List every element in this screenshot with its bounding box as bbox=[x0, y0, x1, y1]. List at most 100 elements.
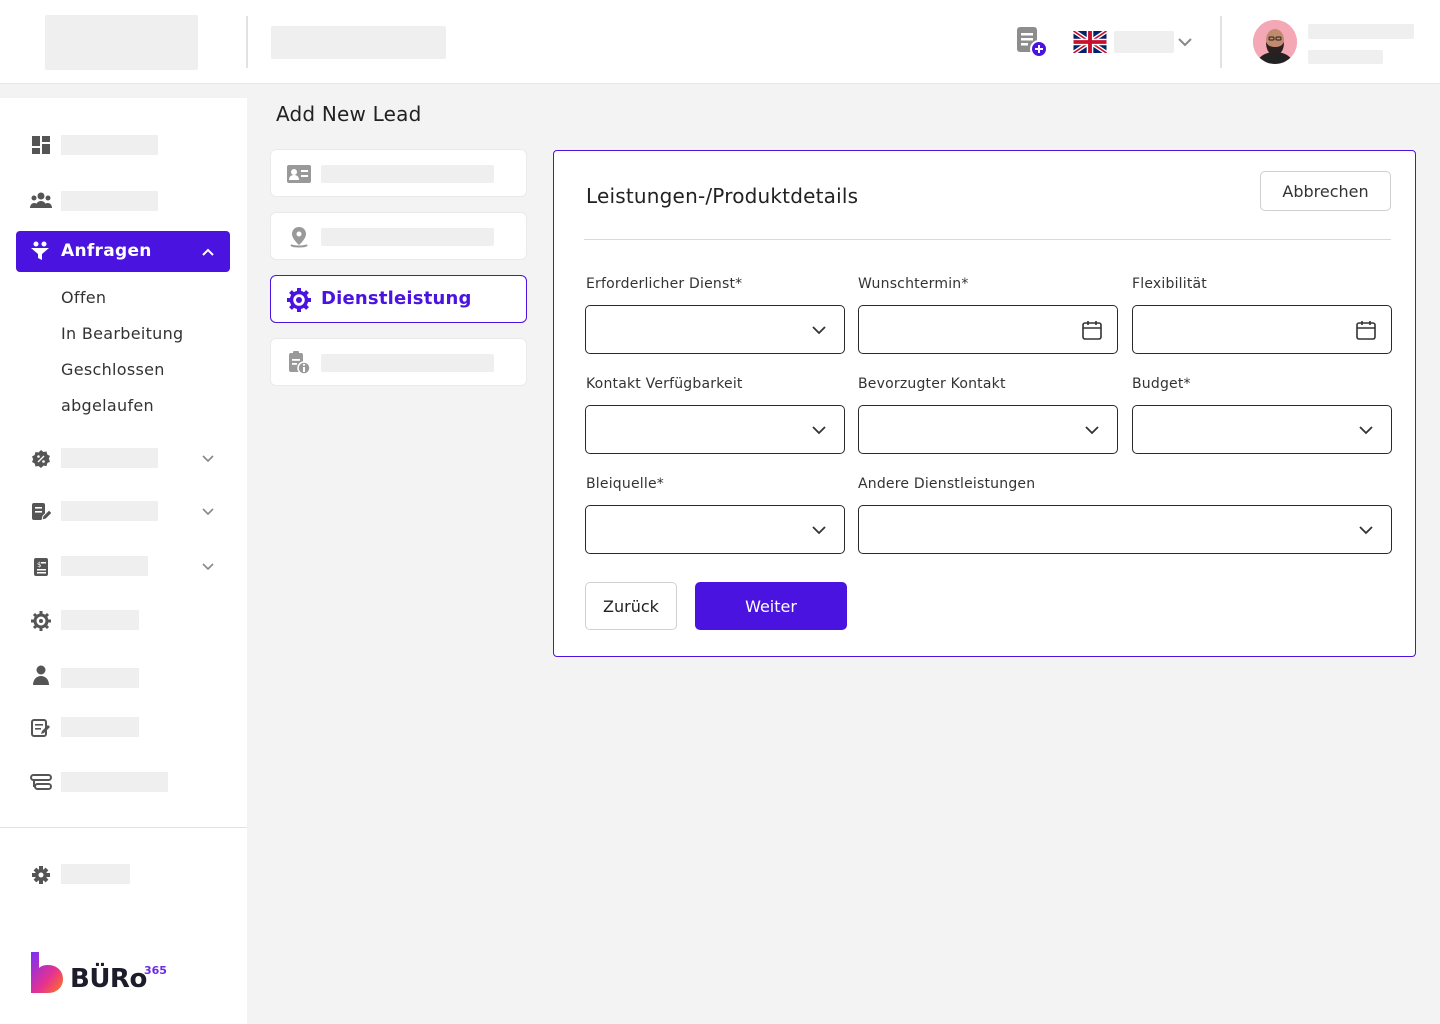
top-bar bbox=[0, 0, 1440, 84]
card-title: Leistungen-/Produktdetails bbox=[586, 184, 859, 208]
sidebar-label-placeholder bbox=[61, 772, 168, 792]
chevron-down-icon bbox=[808, 319, 830, 341]
user-name-placeholder bbox=[1308, 24, 1414, 39]
sidebar-item-anfragen[interactable]: Anfragen bbox=[16, 231, 230, 272]
search-placeholder[interactable] bbox=[271, 26, 446, 59]
other-services-select[interactable] bbox=[858, 505, 1392, 554]
topbar-divider bbox=[246, 16, 248, 68]
funnel-icon bbox=[30, 241, 50, 261]
budget-select[interactable] bbox=[1132, 405, 1392, 454]
sidebar-item-dashboard[interactable] bbox=[0, 125, 247, 165]
step-service[interactable]: Dienstleistung bbox=[270, 275, 527, 323]
edit-document-icon bbox=[30, 501, 52, 523]
sidebar-item-label: Anfragen bbox=[61, 241, 152, 261]
label-flexibility: Flexibilität bbox=[1132, 276, 1207, 292]
calendar-icon[interactable] bbox=[1355, 319, 1377, 341]
next-button[interactable]: Weiter bbox=[695, 582, 847, 630]
sidebar-item-offers[interactable] bbox=[0, 448, 247, 488]
cancel-button[interactable]: Abbrechen bbox=[1260, 171, 1391, 211]
sidebar-item-services[interactable] bbox=[0, 610, 247, 650]
contact-card-icon bbox=[287, 162, 311, 186]
preferred-date-field[interactable] bbox=[858, 305, 1118, 354]
contact-availability-select[interactable] bbox=[585, 405, 845, 454]
dashboard-icon bbox=[30, 134, 52, 156]
step-label-placeholder bbox=[321, 354, 494, 372]
label-preferred-date: Wunschtermin* bbox=[858, 276, 969, 292]
chevron-up-icon[interactable] bbox=[200, 244, 216, 260]
document-add-icon[interactable] bbox=[1014, 26, 1050, 60]
required-service-select[interactable] bbox=[585, 305, 845, 354]
chevron-down-icon[interactable] bbox=[200, 558, 216, 574]
language-placeholder[interactable] bbox=[1114, 31, 1174, 53]
lead-source-select[interactable] bbox=[585, 505, 845, 554]
sidebar-item-notes[interactable] bbox=[0, 717, 247, 757]
chevron-down-icon[interactable] bbox=[1176, 33, 1194, 51]
brand-name: BÜRo bbox=[70, 964, 147, 994]
sidebar-label-placeholder bbox=[61, 610, 139, 630]
label-contact-availability: Kontakt Verfügbarkeit bbox=[586, 376, 743, 392]
sidebar-label-placeholder bbox=[61, 448, 158, 468]
page-title: Add New Lead bbox=[276, 102, 422, 126]
sidebar: Anfragen Offen In Bearbeitung Geschlosse… bbox=[0, 98, 247, 1024]
sidebar-subitem-abgelaufen[interactable]: abgelaufen bbox=[61, 396, 154, 415]
label-budget: Budget* bbox=[1132, 376, 1191, 392]
integration-icon bbox=[30, 772, 52, 794]
sidebar-item-invoices[interactable]: $ bbox=[0, 556, 247, 596]
sidebar-item-settings[interactable] bbox=[0, 864, 247, 904]
label-lead-source: Bleiquelle* bbox=[586, 476, 664, 492]
chevron-down-icon[interactable] bbox=[200, 503, 216, 519]
avatar[interactable] bbox=[1253, 20, 1297, 64]
team-icon bbox=[30, 189, 52, 211]
percent-badge-icon bbox=[30, 448, 52, 470]
sidebar-item-users[interactable] bbox=[0, 665, 247, 708]
chevron-down-icon bbox=[808, 519, 830, 541]
sidebar-label-placeholder bbox=[61, 501, 158, 521]
card-divider bbox=[584, 239, 1391, 240]
sidebar-label-placeholder bbox=[61, 668, 139, 688]
sidebar-item-documents[interactable] bbox=[0, 501, 247, 541]
invoice-icon: $ bbox=[30, 556, 52, 578]
sidebar-label-placeholder bbox=[61, 191, 158, 211]
sidebar-label-placeholder bbox=[61, 864, 130, 884]
brand-suffix: 365 bbox=[144, 964, 167, 977]
sidebar-label-placeholder bbox=[61, 556, 148, 576]
chevron-down-icon bbox=[1355, 419, 1377, 441]
sidebar-item-team[interactable] bbox=[0, 180, 247, 220]
step-summary[interactable] bbox=[270, 338, 527, 386]
flexibility-field[interactable] bbox=[1132, 305, 1392, 354]
step-label: Dienstleistung bbox=[321, 288, 472, 309]
settings-icon bbox=[30, 864, 52, 886]
clipboard-info-icon bbox=[287, 351, 311, 375]
sidebar-divider bbox=[0, 827, 247, 828]
chevron-down-icon bbox=[808, 419, 830, 441]
step-address[interactable] bbox=[270, 212, 527, 260]
sidebar-item-integrations[interactable] bbox=[0, 772, 247, 812]
brand-logo: BÜRo 365 bbox=[30, 950, 170, 1000]
step-contact[interactable] bbox=[270, 149, 527, 197]
chevron-down-icon[interactable] bbox=[200, 450, 216, 466]
svg-text:$: $ bbox=[37, 561, 41, 569]
location-pin-icon bbox=[287, 225, 311, 249]
label-other-services: Andere Dienstleistungen bbox=[858, 476, 1036, 492]
sidebar-subitem-offen[interactable]: Offen bbox=[61, 288, 106, 307]
service-details-card: Leistungen-/Produktdetails Abbrechen Erf… bbox=[553, 150, 1416, 657]
uk-flag-icon[interactable] bbox=[1072, 29, 1108, 55]
step-label-placeholder bbox=[321, 228, 494, 246]
label-required-service: Erforderlicher Dienst* bbox=[586, 276, 743, 292]
sidebar-subitem-in-bearbeitung[interactable]: In Bearbeitung bbox=[61, 324, 184, 343]
user-role-placeholder bbox=[1308, 50, 1383, 64]
topbar-divider-2 bbox=[1220, 16, 1222, 68]
chevron-down-icon bbox=[1355, 519, 1377, 541]
back-button[interactable]: Zurück bbox=[585, 582, 677, 630]
calendar-icon[interactable] bbox=[1081, 319, 1103, 341]
sidebar-label-placeholder bbox=[61, 717, 139, 737]
label-preferred-contact: Bevorzugter Kontakt bbox=[858, 376, 1006, 392]
user-icon bbox=[30, 664, 52, 686]
notes-icon bbox=[30, 717, 52, 739]
service-gear-icon bbox=[287, 288, 311, 312]
sidebar-label-placeholder bbox=[61, 135, 158, 155]
settings-gear-icon bbox=[30, 610, 52, 632]
chevron-down-icon bbox=[1081, 419, 1103, 441]
preferred-contact-select[interactable] bbox=[858, 405, 1118, 454]
sidebar-subitem-geschlossen[interactable]: Geschlossen bbox=[61, 360, 165, 379]
